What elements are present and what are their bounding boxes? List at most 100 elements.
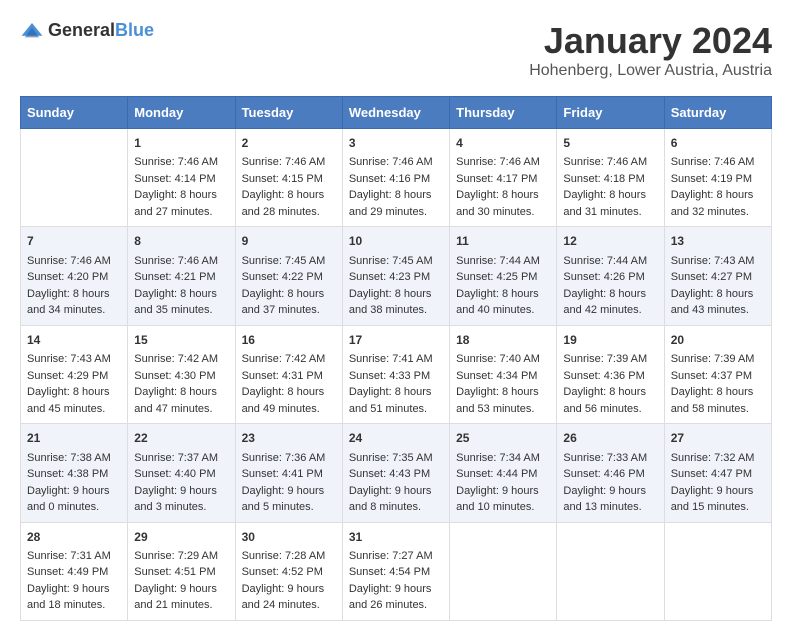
day-content: Sunrise: 7:46 AM Sunset: 4:20 PM Dayligh… [27, 253, 121, 319]
day-number: 9 [242, 233, 336, 250]
calendar-week-row: 1 Sunrise: 7:46 AM Sunset: 4:14 PM Daylig… [21, 129, 772, 227]
logo-icon [20, 21, 44, 41]
day-content: Sunrise: 7:43 AM Sunset: 4:29 PM Dayligh… [27, 351, 121, 417]
calendar-cell: 2Sunrise: 7:46 AM Sunset: 4:15 PM Daylig… [235, 129, 342, 227]
day-content: Sunrise: 7:46 AM Sunset: 4:14 PM Dayligh… [134, 154, 228, 220]
day-header-tuesday: Tuesday [235, 97, 342, 129]
calendar-cell: 31 Sunrise: 7:27 AM Sunset: 4:54 PM Dayli… [342, 522, 449, 620]
day-number: 19 [563, 332, 657, 349]
header: GeneralBlue January 2024 Hohenberg, Lowe… [20, 20, 772, 80]
calendar-cell: 26 Sunrise: 7:33 AM Sunset: 4:46 PM Dayli… [557, 424, 664, 522]
calendar-cell: 6 Sunrise: 7:46 AM Sunset: 4:19 PM Daylig… [664, 129, 771, 227]
page-subtitle: Hohenberg, Lower Austria, Austria [529, 62, 772, 80]
day-header-friday: Friday [557, 97, 664, 129]
day-number: 12 [563, 233, 657, 250]
day-content: Sunrise: 7:34 AM Sunset: 4:44 PM Dayligh… [456, 450, 550, 516]
day-content: Sunrise: 7:39 AM Sunset: 4:36 PM Dayligh… [563, 351, 657, 417]
day-number: 25 [456, 430, 550, 447]
day-number: 1 [134, 135, 228, 152]
day-number: 30 [242, 529, 336, 546]
calendar-cell: 5 Sunrise: 7:46 AM Sunset: 4:18 PM Daylig… [557, 129, 664, 227]
day-number: 15 [134, 332, 228, 349]
day-content: Sunrise: 7:46 AM Sunset: 4:15 PM Dayligh… [242, 154, 336, 220]
day-number: 26 [563, 430, 657, 447]
day-number: 29 [134, 529, 228, 546]
day-number: 14 [27, 332, 121, 349]
day-number: 6 [671, 135, 765, 152]
calendar-cell: 17 Sunrise: 7:41 AM Sunset: 4:33 PM Dayli… [342, 325, 449, 423]
day-content: Sunrise: 7:28 AM Sunset: 4:52 PM Dayligh… [242, 548, 336, 614]
calendar-cell: 4 Sunrise: 7:46 AM Sunset: 4:17 PM Daylig… [450, 129, 557, 227]
calendar-cell: 21 Sunrise: 7:38 AM Sunset: 4:38 PM Dayli… [21, 424, 128, 522]
day-number: 11 [456, 233, 550, 250]
day-content: Sunrise: 7:46 AM Sunset: 4:18 PM Dayligh… [563, 154, 657, 220]
day-content: Sunrise: 7:45 AM Sunset: 4:23 PM Dayligh… [349, 253, 443, 319]
calendar-cell: 10 Sunrise: 7:45 AM Sunset: 4:23 PM Dayli… [342, 227, 449, 325]
day-content: Sunrise: 7:33 AM Sunset: 4:46 PM Dayligh… [563, 450, 657, 516]
calendar-cell: 8 Sunrise: 7:46 AM Sunset: 4:21 PM Daylig… [128, 227, 235, 325]
calendar-cell: 3 Sunrise: 7:46 AM Sunset: 4:16 PM Daylig… [342, 129, 449, 227]
day-content: Sunrise: 7:45 AM Sunset: 4:22 PM Dayligh… [242, 253, 336, 319]
day-number: 31 [349, 529, 443, 546]
day-number: 4 [456, 135, 550, 152]
logo-general: General [48, 20, 115, 40]
day-header-sunday: Sunday [21, 97, 128, 129]
day-content: Sunrise: 7:31 AM Sunset: 4:49 PM Dayligh… [27, 548, 121, 614]
calendar-week-row: 28 Sunrise: 7:31 AM Sunset: 4:49 PM Dayli… [21, 522, 772, 620]
day-number: 8 [134, 233, 228, 250]
calendar-cell: 25 Sunrise: 7:34 AM Sunset: 4:44 PM Dayli… [450, 424, 557, 522]
day-header-monday: Monday [128, 97, 235, 129]
day-content: Sunrise: 7:43 AM Sunset: 4:27 PM Dayligh… [671, 253, 765, 319]
day-content: Sunrise: 7:44 AM Sunset: 4:25 PM Dayligh… [456, 253, 550, 319]
day-content: Sunrise: 7:44 AM Sunset: 4:26 PM Dayligh… [563, 253, 657, 319]
day-content: Sunrise: 7:37 AM Sunset: 4:40 PM Dayligh… [134, 450, 228, 516]
calendar-cell: 1 Sunrise: 7:46 AM Sunset: 4:14 PM Daylig… [128, 129, 235, 227]
calendar-cell: 24 Sunrise: 7:35 AM Sunset: 4:43 PM Dayli… [342, 424, 449, 522]
calendar-table: SundayMondayTuesdayWednesdayThursdayFrid… [20, 96, 772, 621]
day-number: 23 [242, 430, 336, 447]
day-number: 16 [242, 332, 336, 349]
calendar-cell: 28 Sunrise: 7:31 AM Sunset: 4:49 PM Dayli… [21, 522, 128, 620]
calendar-week-row: 7Sunrise: 7:46 AM Sunset: 4:20 PM Daylig… [21, 227, 772, 325]
calendar-cell: 14 Sunrise: 7:43 AM Sunset: 4:29 PM Dayli… [21, 325, 128, 423]
day-content: Sunrise: 7:35 AM Sunset: 4:43 PM Dayligh… [349, 450, 443, 516]
day-number: 24 [349, 430, 443, 447]
day-content: Sunrise: 7:27 AM Sunset: 4:54 PM Dayligh… [349, 548, 443, 614]
day-number: 20 [671, 332, 765, 349]
day-content: Sunrise: 7:40 AM Sunset: 4:34 PM Dayligh… [456, 351, 550, 417]
day-header-saturday: Saturday [664, 97, 771, 129]
calendar-cell: 20 Sunrise: 7:39 AM Sunset: 4:37 PM Dayli… [664, 325, 771, 423]
day-number: 5 [563, 135, 657, 152]
calendar-cell: 22Sunrise: 7:37 AM Sunset: 4:40 PM Dayli… [128, 424, 235, 522]
calendar-cell [450, 522, 557, 620]
day-number: 18 [456, 332, 550, 349]
day-header-thursday: Thursday [450, 97, 557, 129]
day-content: Sunrise: 7:39 AM Sunset: 4:37 PM Dayligh… [671, 351, 765, 417]
day-number: 27 [671, 430, 765, 447]
calendar-cell: 18 Sunrise: 7:40 AM Sunset: 4:34 PM Dayli… [450, 325, 557, 423]
calendar-cell: 11 Sunrise: 7:44 AM Sunset: 4:25 PM Dayli… [450, 227, 557, 325]
day-number: 10 [349, 233, 443, 250]
day-content: Sunrise: 7:46 AM Sunset: 4:17 PM Dayligh… [456, 154, 550, 220]
day-number: 3 [349, 135, 443, 152]
day-content: Sunrise: 7:46 AM Sunset: 4:19 PM Dayligh… [671, 154, 765, 220]
day-number: 21 [27, 430, 121, 447]
day-content: Sunrise: 7:32 AM Sunset: 4:47 PM Dayligh… [671, 450, 765, 516]
day-content: Sunrise: 7:42 AM Sunset: 4:30 PM Dayligh… [134, 351, 228, 417]
day-number: 17 [349, 332, 443, 349]
calendar-cell: 30 Sunrise: 7:28 AM Sunset: 4:52 PM Dayli… [235, 522, 342, 620]
calendar-week-row: 21 Sunrise: 7:38 AM Sunset: 4:38 PM Dayli… [21, 424, 772, 522]
title-area: January 2024 Hohenberg, Lower Austria, A… [529, 20, 772, 80]
day-content: Sunrise: 7:38 AM Sunset: 4:38 PM Dayligh… [27, 450, 121, 516]
calendar-cell: 16Sunrise: 7:42 AM Sunset: 4:31 PM Dayli… [235, 325, 342, 423]
day-number: 13 [671, 233, 765, 250]
day-content: Sunrise: 7:46 AM Sunset: 4:16 PM Dayligh… [349, 154, 443, 220]
day-content: Sunrise: 7:41 AM Sunset: 4:33 PM Dayligh… [349, 351, 443, 417]
logo: GeneralBlue [20, 20, 154, 41]
calendar-cell: 9 Sunrise: 7:45 AM Sunset: 4:22 PM Daylig… [235, 227, 342, 325]
day-number: 28 [27, 529, 121, 546]
calendar-cell: 19 Sunrise: 7:39 AM Sunset: 4:36 PM Dayli… [557, 325, 664, 423]
calendar-cell: 7Sunrise: 7:46 AM Sunset: 4:20 PM Daylig… [21, 227, 128, 325]
day-header-wednesday: Wednesday [342, 97, 449, 129]
day-content: Sunrise: 7:46 AM Sunset: 4:21 PM Dayligh… [134, 253, 228, 319]
